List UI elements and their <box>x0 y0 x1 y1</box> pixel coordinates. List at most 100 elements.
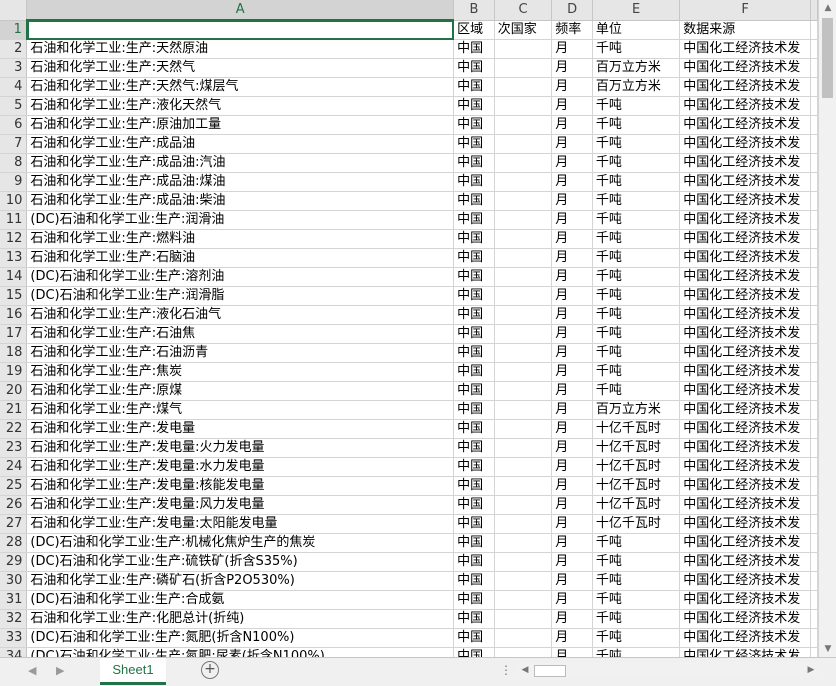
cell-a31[interactable]: (DC)石油和化学工业:生产:合成氨 <box>26 590 455 610</box>
row-header[interactable]: 24 <box>0 457 28 477</box>
row-header[interactable]: 2 <box>0 39 28 59</box>
cell-d24[interactable]: 月 <box>551 457 593 477</box>
cell-g7[interactable] <box>810 134 818 154</box>
cell-g4[interactable] <box>810 77 818 97</box>
cell-f5[interactable]: 中国化工经济技术发 <box>679 96 811 116</box>
cell-g29[interactable] <box>810 552 818 572</box>
cell-f16[interactable]: 中国化工经济技术发 <box>679 305 811 325</box>
cell-e17[interactable]: 千吨 <box>592 324 681 344</box>
cell-g11[interactable] <box>810 210 818 230</box>
cell-f13[interactable]: 中国化工经济技术发 <box>679 248 811 268</box>
cell-d34[interactable]: 月 <box>551 647 593 657</box>
cell-c26[interactable] <box>494 495 553 515</box>
cell-b18[interactable]: 中国 <box>453 343 495 363</box>
cell-b8[interactable]: 中国 <box>453 153 495 173</box>
horizontal-scrollbar[interactable]: ◀ ▶ <box>518 662 818 678</box>
cell-table[interactable]: ABCDEF 1 区域 次国家 频率 单位 数据来源 2 石油和化学工业:生产:天然原油 中国月… <box>0 0 818 657</box>
cell-f26[interactable]: 中国化工经济技术发 <box>679 495 811 515</box>
cell-e28[interactable]: 千吨 <box>592 533 681 553</box>
cell-c24[interactable] <box>494 457 553 477</box>
cell-d13[interactable]: 月 <box>551 248 593 268</box>
cell-b10[interactable]: 中国 <box>453 191 495 211</box>
cell-f21[interactable]: 中国化工经济技术发 <box>679 400 811 420</box>
column-header-d[interactable]: D <box>551 0 593 21</box>
cell-d23[interactable]: 月 <box>551 438 593 458</box>
cell-a1[interactable] <box>26 20 455 40</box>
column-header-b[interactable]: B <box>453 0 495 21</box>
cell-b22[interactable]: 中国 <box>453 419 495 439</box>
cell-f30[interactable]: 中国化工经济技术发 <box>679 571 811 591</box>
cell-e5[interactable]: 千吨 <box>592 96 681 116</box>
row-header[interactable]: 34 <box>0 647 28 657</box>
cell-c2[interactable] <box>494 39 553 59</box>
cell-g12[interactable] <box>810 229 818 249</box>
cell-f32[interactable]: 中国化工经济技术发 <box>679 609 811 629</box>
cell-d30[interactable]: 月 <box>551 571 593 591</box>
cell-b17[interactable]: 中国 <box>453 324 495 344</box>
cell-c14[interactable] <box>494 267 553 287</box>
cell-b30[interactable]: 中国 <box>453 571 495 591</box>
prev-sheet-icon[interactable]: ◀ <box>28 664 36 677</box>
cell-d3[interactable]: 月 <box>551 58 593 78</box>
cell-g28[interactable] <box>810 533 818 553</box>
cell-b31[interactable]: 中国 <box>453 590 495 610</box>
cell-b33[interactable]: 中国 <box>453 628 495 648</box>
cell-d27[interactable]: 月 <box>551 514 593 534</box>
cell-g18[interactable] <box>810 343 818 363</box>
cell-f8[interactable]: 中国化工经济技术发 <box>679 153 811 173</box>
cell-a32[interactable]: 石油和化学工业:生产:化肥总计(折纯) <box>26 609 455 629</box>
cell-b15[interactable]: 中国 <box>453 286 495 306</box>
cell-e13[interactable]: 千吨 <box>592 248 681 268</box>
cell-e18[interactable]: 千吨 <box>592 343 681 363</box>
row-header[interactable]: 32 <box>0 609 28 629</box>
cell-g20[interactable] <box>810 381 818 401</box>
cell-g3[interactable] <box>810 58 818 78</box>
row-header[interactable]: 9 <box>0 172 28 192</box>
sheet-tab[interactable]: Sheet1 <box>100 658 166 685</box>
cell-d20[interactable]: 月 <box>551 381 593 401</box>
cell-d14[interactable]: 月 <box>551 267 593 287</box>
cell-b16[interactable]: 中国 <box>453 305 495 325</box>
next-sheet-icon[interactable]: ▶ <box>56 664 64 677</box>
cell-g23[interactable] <box>810 438 818 458</box>
cell-f29[interactable]: 中国化工经济技术发 <box>679 552 811 572</box>
cell-d19[interactable]: 月 <box>551 362 593 382</box>
cell-b32[interactable]: 中国 <box>453 609 495 629</box>
cell-b11[interactable]: 中国 <box>453 210 495 230</box>
cell-f27[interactable]: 中国化工经济技术发 <box>679 514 811 534</box>
cell-c7[interactable] <box>494 134 553 154</box>
cell-f11[interactable]: 中国化工经济技术发 <box>679 210 811 230</box>
cell-f33[interactable]: 中国化工经济技术发 <box>679 628 811 648</box>
cell-b26[interactable]: 中国 <box>453 495 495 515</box>
cell-c27[interactable] <box>494 514 553 534</box>
cell-e33[interactable]: 千吨 <box>592 628 681 648</box>
cell-c31[interactable] <box>494 590 553 610</box>
column-header-g[interactable] <box>810 0 818 21</box>
row-header[interactable]: 33 <box>0 628 28 648</box>
cell-a7[interactable]: 石油和化学工业:生产:成品油 <box>26 134 455 154</box>
row-header[interactable]: 27 <box>0 514 28 534</box>
cell-a21[interactable]: 石油和化学工业:生产:煤气 <box>26 400 455 420</box>
cell-f31[interactable]: 中国化工经济技术发 <box>679 590 811 610</box>
row-header[interactable]: 22 <box>0 419 28 439</box>
cell-c15[interactable] <box>494 286 553 306</box>
row-header[interactable]: 20 <box>0 381 28 401</box>
cell-a10[interactable]: 石油和化学工业:生产:成品油:柴油 <box>26 191 455 211</box>
cell-g10[interactable] <box>810 191 818 211</box>
row-header[interactable]: 21 <box>0 400 28 420</box>
vertical-scroll-thumb[interactable] <box>822 18 833 98</box>
row-header[interactable]: 3 <box>0 58 28 78</box>
cell-c8[interactable] <box>494 153 553 173</box>
cell-a5[interactable]: 石油和化学工业:生产:液化天然气 <box>26 96 455 116</box>
cell-e31[interactable]: 千吨 <box>592 590 681 610</box>
cell-b6[interactable]: 中国 <box>453 115 495 135</box>
cell-g26[interactable] <box>810 495 818 515</box>
cell-g6[interactable] <box>810 115 818 135</box>
cell-d10[interactable]: 月 <box>551 191 593 211</box>
cell-e25[interactable]: 十亿千瓦时 <box>592 476 681 496</box>
column-header-f[interactable]: F <box>679 0 811 21</box>
cell-a16[interactable]: 石油和化学工业:生产:液化石油气 <box>26 305 455 325</box>
vertical-scrollbar[interactable]: ▲ ▼ <box>818 0 836 657</box>
cell-g24[interactable] <box>810 457 818 477</box>
cell-c11[interactable] <box>494 210 553 230</box>
